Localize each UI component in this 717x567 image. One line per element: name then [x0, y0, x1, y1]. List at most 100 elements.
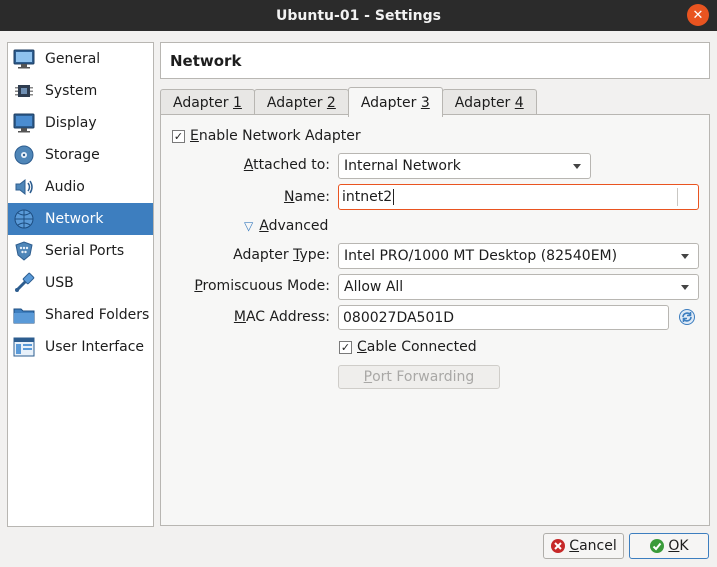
tab-mnemonic: 3: [420, 94, 430, 111]
sidebar-item-audio[interactable]: Audio: [8, 171, 153, 203]
advanced-label: Advanced: [259, 218, 328, 234]
label-text: Adapter: [233, 247, 294, 263]
label-text: able Connected: [366, 339, 477, 355]
refresh-icon: [679, 309, 695, 325]
label-text: ort Forwarding: [372, 369, 475, 385]
promiscuous-mode-value: Allow All: [344, 279, 404, 295]
enable-adapter-row: ✓ Enable Network Adapter: [172, 128, 361, 144]
attached-to-value: Internal Network: [344, 158, 461, 174]
adapter-type-select[interactable]: Intel PRO/1000 MT Desktop (82540EM): [338, 243, 699, 269]
adapter-tabs: Adapter 1 Adapter 2 Adapter 3 Adapter 4: [160, 87, 537, 117]
label-text: ame:: [294, 189, 330, 205]
mnemonic: P: [194, 278, 203, 294]
title-bar: Ubuntu-01 - Settings ✕: [0, 0, 717, 31]
sidebar-item-display[interactable]: Display: [8, 107, 153, 139]
network-icon: [12, 207, 36, 231]
sidebar-item-label: System: [45, 83, 98, 99]
mnemonic: C: [357, 339, 367, 355]
tab-label: Adapter: [454, 95, 515, 111]
sidebar-item-storage[interactable]: Storage: [8, 139, 153, 171]
mnemonic: P: [363, 369, 373, 385]
chevron-down-icon: [573, 164, 581, 169]
ok-check-icon: [650, 539, 665, 553]
combo-separator: [677, 188, 678, 206]
advanced-toggle[interactable]: ▽ Advanced: [244, 218, 328, 234]
refresh-mac-button[interactable]: [678, 308, 696, 326]
sidebar-item-label: Serial Ports: [45, 243, 125, 259]
chip-icon: [12, 79, 36, 103]
mac-address-label: MAC Address:: [190, 309, 330, 325]
network-name-combobox[interactable]: intnet2: [338, 184, 699, 210]
cancel-button[interactable]: Cancel: [543, 533, 624, 559]
sidebar-item-shared-folders[interactable]: Shared Folders: [8, 299, 153, 331]
tab-adapter-1[interactable]: Adapter 1: [160, 89, 255, 116]
mnemonic: A: [259, 218, 269, 234]
serial-port-icon: [12, 239, 36, 263]
ok-button[interactable]: OK: [629, 533, 709, 559]
sidebar-item-label: Storage: [45, 147, 100, 163]
enable-adapter-label: Enable Network Adapter: [190, 128, 361, 144]
sidebar-item-label: Audio: [45, 179, 85, 195]
sidebar-item-label: USB: [45, 275, 74, 291]
promiscuous-mode-select[interactable]: Allow All: [338, 274, 699, 300]
sidebar-item-label: Network: [45, 211, 104, 227]
mac-address-value: 080027DA501D: [343, 309, 455, 326]
label-text: dvanced: [268, 218, 329, 234]
network-name-input[interactable]: intnet2: [342, 189, 392, 205]
close-icon: ✕: [692, 7, 704, 23]
tab-label: Adapter: [173, 95, 233, 111]
sidebar-item-label: General: [45, 51, 101, 67]
tab-adapter-4[interactable]: Adapter 4: [441, 89, 537, 116]
monitor-general-icon: [12, 47, 36, 71]
promiscuous-mode-label: Promiscuous Mode:: [180, 278, 330, 294]
tab-adapter-2[interactable]: Adapter 2: [253, 89, 349, 116]
checkmark-icon: ✓: [173, 129, 184, 143]
sidebar-item-general[interactable]: General: [8, 43, 153, 75]
page-title: Network: [170, 51, 242, 70]
mac-address-input[interactable]: 080027DA501D: [338, 305, 669, 330]
section-header: Network: [160, 42, 710, 79]
sidebar-item-serial-ports[interactable]: Serial Ports: [8, 235, 153, 267]
enable-adapter-checkbox[interactable]: ✓: [172, 129, 185, 143]
sidebar-item-system[interactable]: System: [8, 75, 153, 107]
attached-to-select[interactable]: Internal Network: [338, 153, 591, 179]
tab-mnemonic: 1: [233, 95, 242, 111]
cable-connected-label: Cable Connected: [357, 339, 477, 355]
chevron-down-icon: [681, 285, 689, 290]
sidebar-item-label: User Interface: [45, 339, 145, 355]
label-text: ancel: [579, 538, 617, 554]
tab-label: Adapter: [360, 94, 421, 111]
attached-to-label: Attached to:: [210, 157, 330, 173]
adapter-type-value: Intel PRO/1000 MT Desktop (82540EM): [344, 248, 618, 264]
checkmark-icon: ✓: [340, 340, 351, 354]
close-button[interactable]: ✕: [687, 4, 709, 26]
disk-icon: [12, 143, 36, 167]
window-title: Ubuntu-01 - Settings: [276, 7, 441, 24]
label-text: romiscuous Mode:: [202, 278, 330, 294]
label-text: nable Network Adapter: [198, 128, 361, 144]
mnemonic: M: [233, 309, 246, 325]
label-text: ttached to:: [253, 157, 330, 173]
sidebar-item-network[interactable]: Network: [8, 203, 153, 235]
tab-mnemonic: 4: [514, 95, 524, 111]
expand-triangle-icon: ▽: [244, 219, 254, 233]
tab-label: Adapter: [266, 95, 327, 111]
cable-connected-checkbox[interactable]: ✓: [339, 340, 352, 354]
usb-icon: [12, 271, 36, 295]
mnemonic: A: [243, 157, 254, 173]
display-icon: [12, 111, 36, 135]
mnemonic: N: [283, 189, 295, 205]
port-forwarding-button[interactable]: Port Forwarding: [338, 365, 500, 389]
user-interface-icon: [12, 335, 36, 359]
name-label: Name:: [210, 189, 330, 205]
sidebar-item-usb[interactable]: USB: [8, 267, 153, 299]
mnemonic: E: [190, 128, 199, 144]
tab-adapter-3[interactable]: Adapter 3: [347, 87, 443, 117]
sidebar-item-user-interface[interactable]: User Interface: [8, 331, 153, 363]
mnemonic: C: [569, 538, 580, 554]
folder-icon: [12, 303, 36, 327]
chevron-down-icon: [681, 254, 689, 259]
cable-connected-row: ✓ Cable Connected: [339, 339, 477, 355]
label-text: K: [679, 538, 689, 554]
label-text: AC Address:: [245, 309, 330, 325]
